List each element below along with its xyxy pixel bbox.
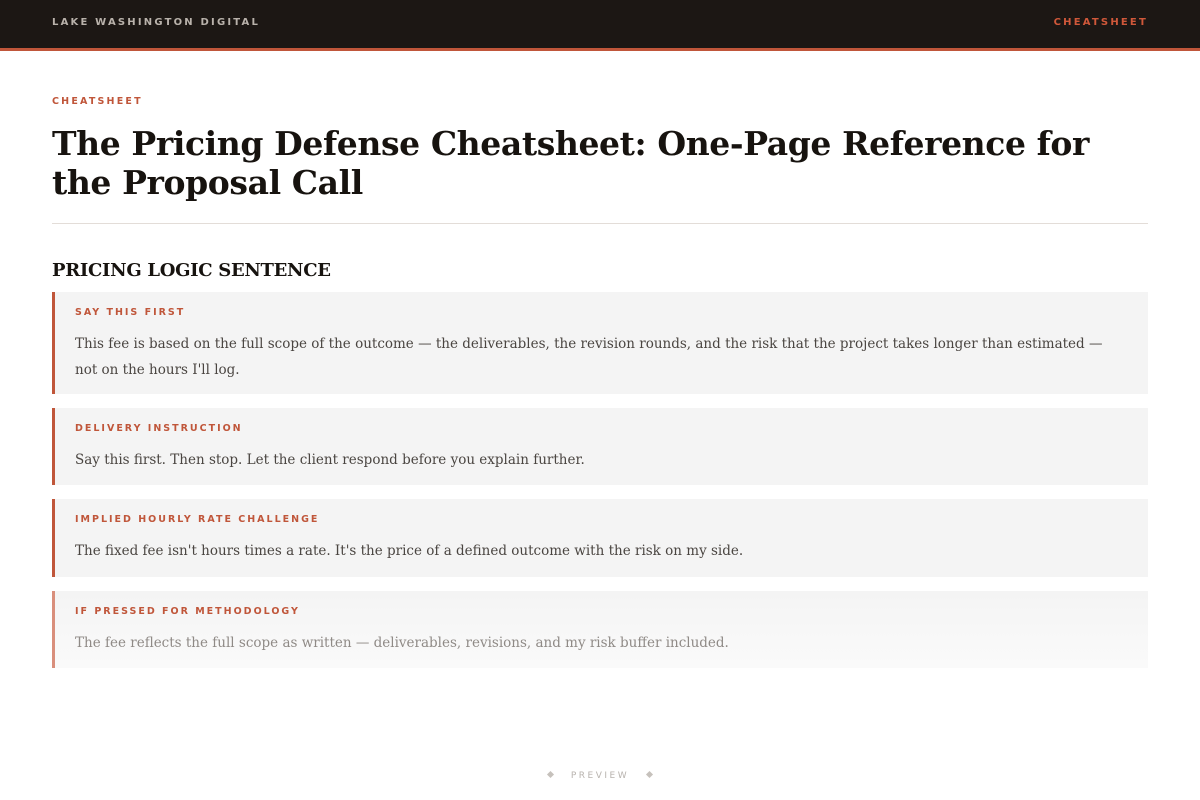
card-text: The fee reflects the full scope as writt… (75, 635, 729, 651)
card-if-pressed: IF PRESSED FOR METHODOLOGY The fee refle… (52, 591, 1148, 668)
card-text: The fixed fee isn't hours times a rate. … (75, 543, 744, 559)
card-say-this-first: SAY THIS FIRST This fee is based on the … (52, 292, 1148, 394)
card-delivery-instruction: DELIVERY INSTRUCTION Say this first. The… (52, 408, 1148, 485)
top-navigation-bar: LAKE WASHINGTON DIGITAL CHEATSHEET (0, 0, 1200, 51)
card-label: IMPLIED HOURLY RATE CHALLENGE (75, 514, 320, 525)
card-label: SAY THIS FIRST (75, 307, 186, 318)
brand-name: LAKE WASHINGTON DIGITAL (52, 17, 261, 28)
title-divider (52, 223, 1148, 224)
card-text: Say this first. Then stop. Let the clien… (75, 452, 585, 468)
preview-label: PREVIEW (570, 771, 630, 781)
page-title: The Pricing Defense Cheatsheet: One-Page… (52, 124, 1090, 202)
card-label: IF PRESSED FOR METHODOLOGY (75, 606, 300, 617)
card-label: DELIVERY INSTRUCTION (75, 423, 243, 434)
page-eyebrow: CHEATSHEET (52, 96, 143, 107)
card-implied-hourly-rate: IMPLIED HOURLY RATE CHALLENGE The fixed … (52, 499, 1148, 577)
diamond-icon (546, 770, 554, 779)
preview-footer: PREVIEW (0, 770, 1200, 782)
section-title: PRICING LOGIC SENTENCE (52, 260, 331, 281)
diamond-icon (646, 770, 654, 779)
main-content: CHEATSHEET The Pricing Defense Cheatshee… (52, 96, 1148, 282)
nav-link-cheatsheet[interactable]: CHEATSHEET (1054, 17, 1148, 28)
card-text: This fee is based on the full scope of t… (75, 336, 1103, 378)
